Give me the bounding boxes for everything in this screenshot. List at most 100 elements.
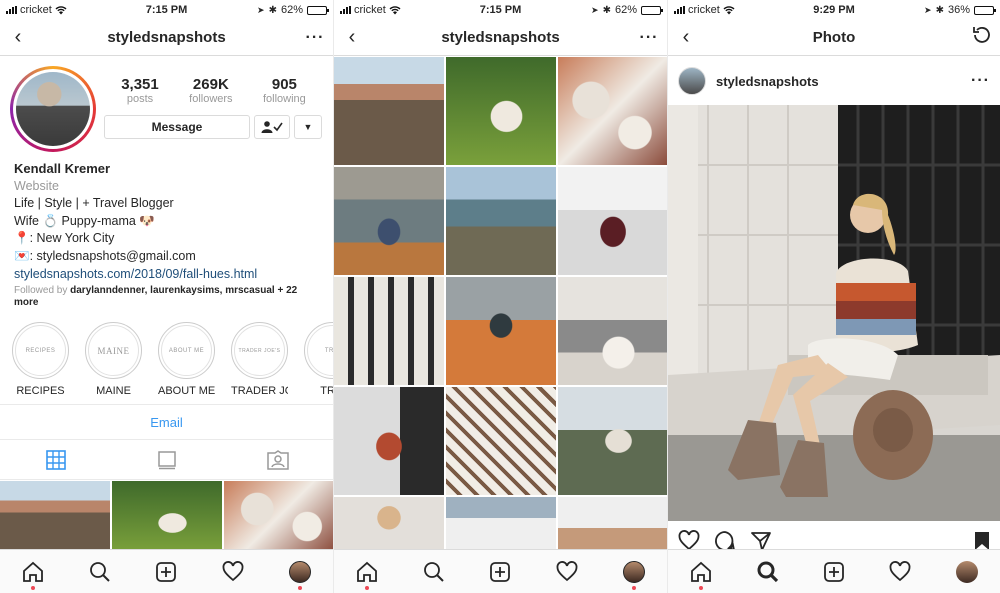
tagged-icon: [266, 449, 289, 470]
stat-label: followers: [189, 93, 233, 105]
grid-photo-tile[interactable]: [446, 277, 556, 385]
tab-add[interactable]: [814, 556, 854, 588]
status-bar: cricket 9:29 PM ➤ ✱ 36%: [668, 0, 1000, 20]
photo-title: Photo: [812, 29, 856, 46]
photo-nav: ‹ Photo: [668, 20, 1000, 56]
grid-photo-tile[interactable]: [334, 497, 444, 549]
followed-by[interactable]: Followed by darylanndenner, laurenkaysim…: [14, 285, 324, 309]
notification-dot: [699, 585, 704, 590]
grid-photo-tile[interactable]: [558, 387, 667, 495]
grid-photo-tile[interactable]: [112, 481, 222, 551]
bookmark-icon[interactable]: [974, 531, 990, 551]
stat-label: following: [262, 93, 306, 105]
grid-photo-tile[interactable]: [446, 167, 556, 275]
bio-line[interactable]: 💌: styledsnapshots@gmail.com: [14, 248, 324, 266]
tab-home[interactable]: [681, 556, 721, 590]
back-icon[interactable]: ‹: [334, 26, 370, 49]
post-header: styledsnapshots ···: [668, 57, 1000, 105]
grid-photo-tile[interactable]: [558, 167, 667, 275]
back-icon[interactable]: ‹: [0, 26, 36, 49]
follow-check-icon: [261, 121, 283, 133]
tab-feed[interactable]: [111, 440, 222, 479]
tab-profile[interactable]: [280, 556, 320, 590]
grid-photo-tile[interactable]: [446, 387, 556, 495]
bio-line: Life | Style | + Travel Blogger: [14, 196, 174, 211]
heart-icon: [222, 560, 244, 581]
grid-photo-tile[interactable]: [334, 167, 444, 275]
highlight-cover: MAINE: [88, 325, 139, 376]
grid-photo-tile[interactable]: [558, 277, 667, 385]
grid-photo-tile[interactable]: [224, 481, 333, 551]
grid-photo-tile[interactable]: [446, 497, 556, 549]
clock: 7:15 PM: [145, 4, 188, 16]
grid-photo-tile[interactable]: [446, 57, 556, 165]
more-icon[interactable]: ···: [297, 29, 333, 47]
profile-view-tabs: [0, 440, 333, 480]
post-photo[interactable]: [668, 105, 1000, 521]
more-icon[interactable]: ···: [971, 72, 990, 90]
stat-followers[interactable]: 269K followers: [189, 76, 232, 105]
tab-profile[interactable]: [947, 556, 987, 588]
home-icon: [23, 561, 44, 582]
tab-grid[interactable]: [0, 440, 111, 479]
refresh-icon: [973, 27, 990, 43]
highlight-label: ABOUT ME: [158, 385, 215, 397]
battery-percent: 62%: [614, 4, 637, 16]
suggested-dropdown-button[interactable]: ▼: [294, 115, 322, 139]
message-button[interactable]: Message: [104, 115, 250, 139]
tab-search[interactable]: [748, 556, 788, 588]
grid-photo-tile[interactable]: [558, 57, 667, 165]
tab-add[interactable]: [146, 556, 186, 588]
bottom-tab-bar: [0, 549, 333, 593]
tab-activity[interactable]: [880, 556, 920, 588]
grid-photo-tile[interactable]: [334, 387, 444, 495]
refresh-button[interactable]: [964, 25, 1000, 50]
tab-tagged[interactable]: [222, 440, 333, 479]
photo-screen: cricket 9:29 PM ➤ ✱ 36% ‹ Photo styledsn…: [667, 0, 1000, 593]
highlight-cover: TRY-: [307, 325, 333, 376]
stat-following[interactable]: 905 following: [263, 76, 306, 105]
tab-activity[interactable]: [213, 556, 253, 588]
tab-activity[interactable]: [547, 556, 587, 588]
highlight-maine[interactable]: MAINE MAINE: [85, 322, 142, 397]
highlight-trader-joes[interactable]: TRADER JOE'S TRADER JO...: [231, 322, 288, 397]
bluetooth-icon: ✱: [268, 4, 277, 16]
highlight-about-me[interactable]: ABOUT ME ABOUT ME: [158, 322, 215, 397]
email-button[interactable]: Email: [0, 404, 333, 440]
add-icon: [490, 561, 511, 582]
grid-photo-tile[interactable]: [334, 57, 444, 165]
location-icon: ➤: [257, 4, 265, 15]
tab-home[interactable]: [13, 556, 53, 590]
tab-add[interactable]: [480, 556, 520, 588]
following-button[interactable]: [254, 115, 290, 139]
back-icon[interactable]: ‹: [668, 26, 704, 49]
more-icon[interactable]: ···: [631, 29, 667, 47]
post-author-avatar[interactable]: [678, 67, 706, 95]
tab-search[interactable]: [414, 556, 454, 588]
bluetooth-icon: ✱: [935, 4, 944, 16]
post-author-username[interactable]: styledsnapshots: [716, 74, 971, 89]
stat-number: 269K: [192, 76, 229, 93]
notification-dot: [365, 585, 370, 590]
battery-icon: [974, 5, 996, 15]
tab-profile[interactable]: [614, 556, 654, 590]
highlight-cover: RECIPES: [15, 325, 66, 376]
grid-photo-tile[interactable]: [334, 277, 444, 385]
highlight-label: TRY-: [320, 385, 333, 397]
wifi-icon: [55, 5, 67, 14]
stat-posts[interactable]: 3,351 posts: [121, 76, 159, 105]
full-photo-grid: [334, 57, 667, 549]
wifi-icon: [723, 5, 735, 14]
highlight-recipes[interactable]: RECIPES RECIPES: [12, 322, 69, 397]
wifi-icon: [389, 5, 401, 14]
highlight-try[interactable]: TRY- TRY-: [304, 322, 333, 397]
tab-search[interactable]: [80, 556, 120, 588]
search-icon: [757, 561, 778, 582]
profile-avatar[interactable]: [10, 66, 96, 152]
grid-photo-tile[interactable]: [0, 481, 110, 551]
grid-photo-tile[interactable]: [558, 497, 667, 549]
bio-website-link[interactable]: styledsnapshots.com/2018/09/fall-hues.ht…: [14, 266, 324, 284]
tab-home[interactable]: [347, 556, 387, 590]
profile-name: Kendall Kremer: [14, 161, 111, 176]
search-icon: [89, 561, 110, 582]
